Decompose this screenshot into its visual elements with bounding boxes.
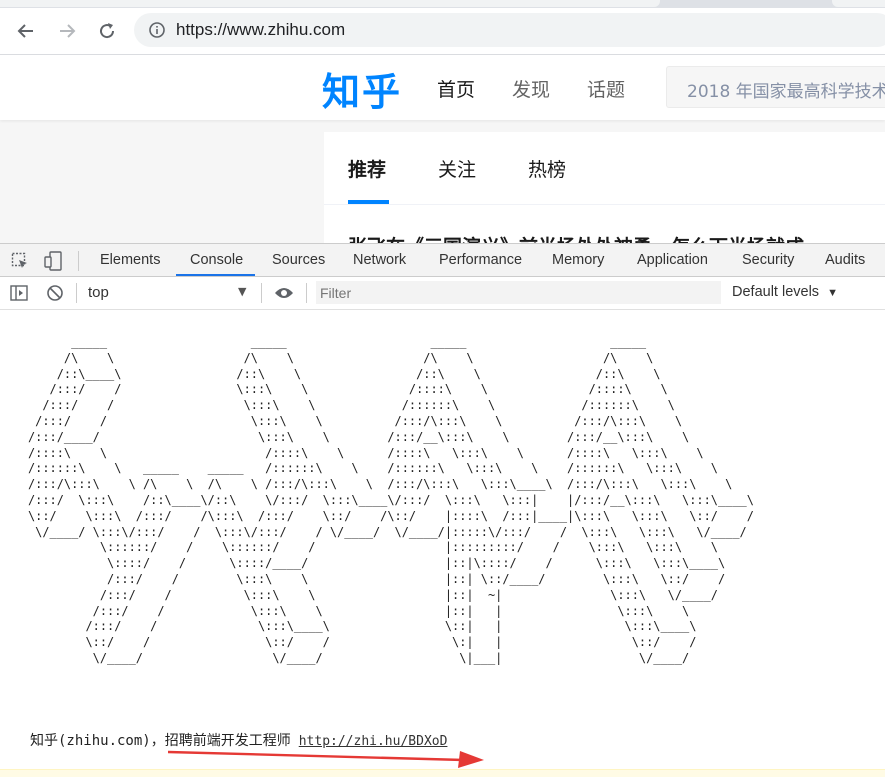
browser-tab[interactable] (832, 0, 885, 7)
tab-network[interactable]: Network (353, 252, 406, 268)
tab-memory[interactable]: Memory (552, 252, 604, 268)
tab-elements[interactable]: Elements (100, 252, 160, 268)
console-message: 知乎(zhihu.com)，招聘前端开发工程师 http://zhi.hu/BDX… (30, 730, 447, 750)
divider (306, 283, 307, 303)
feed-card: 推荐 关注 热榜 张飞在《三国演义》前半场处处神勇，怎么下半场就成 (324, 132, 885, 243)
console-warning-row (0, 769, 885, 777)
zhihu-logo[interactable]: 知乎 (322, 61, 402, 116)
console-filter-input[interactable] (316, 281, 721, 304)
nav-home[interactable]: 首页 (437, 75, 475, 102)
console-ascii-art: _____ _____ _____ _____ /\ \ /\ \ /\ \ /… (28, 335, 754, 665)
divider (78, 251, 79, 271)
tab-recommend[interactable]: 推荐 (348, 155, 386, 182)
nav-topics[interactable]: 话题 (587, 75, 625, 102)
console-output: _____ _____ _____ _____ /\ \ /\ \ /\ \ /… (0, 310, 885, 777)
search-input[interactable]: 2018 年国家最高科学技术 (666, 66, 885, 108)
browser-toolbar: https://www.zhihu.com (0, 8, 885, 55)
divider (261, 283, 262, 303)
tab-application[interactable]: Application (637, 252, 708, 268)
tab-performance[interactable]: Performance (439, 252, 522, 268)
tab-sources[interactable]: Sources (272, 252, 325, 268)
forward-button[interactable] (52, 16, 82, 46)
address-bar[interactable]: https://www.zhihu.com (134, 13, 885, 47)
forward-arrow-icon (60, 24, 76, 38)
red-arrow-annotation (168, 750, 484, 768)
show-sidebar-icon[interactable] (9, 283, 29, 303)
web-page: 知乎 首页 发现 话题 2018 年国家最高科学技术 推荐 关注 热榜 张飞在《… (0, 55, 885, 243)
inspect-element-icon[interactable] (10, 251, 30, 271)
tab-follow[interactable]: 关注 (438, 155, 476, 182)
site-info-icon[interactable] (148, 21, 166, 39)
log-levels-label: Default levels (732, 284, 820, 300)
tab-hot[interactable]: 热榜 (528, 155, 566, 182)
chevron-down-icon[interactable]: ▼ (238, 285, 246, 298)
reload-icon (100, 23, 115, 39)
tab-strip (0, 0, 885, 8)
reload-button[interactable] (92, 16, 122, 46)
tab-security[interactable]: Security (742, 252, 794, 268)
live-expression-eye-icon[interactable] (274, 283, 294, 303)
nav-explore[interactable]: 发现 (512, 75, 550, 102)
divider (76, 283, 77, 303)
clear-console-icon[interactable] (45, 283, 65, 303)
active-tab-indicator (176, 274, 255, 276)
back-button[interactable] (11, 16, 41, 46)
context-selector[interactable]: top (88, 284, 109, 301)
device-toolbar-icon[interactable] (43, 251, 63, 271)
tab-console[interactable]: Console (190, 252, 243, 268)
browser-tab[interactable] (0, 0, 660, 7)
console-toolbar: top ▼ Default levels ▼ (0, 277, 885, 310)
console-message-text: 知乎(zhihu.com)，招聘前端开发工程师 (30, 733, 291, 749)
chevron-down-icon: ▼ (827, 287, 838, 299)
console-link[interactable]: http://zhi.hu/BDXoD (299, 734, 448, 749)
back-arrow-icon (17, 24, 33, 38)
feed-item-title[interactable]: 张飞在《三国演义》前半场处处神勇，怎么下半场就成 (348, 232, 804, 243)
divider (324, 204, 885, 205)
zhihu-header: 知乎 首页 发现 话题 2018 年国家最高科学技术 (0, 55, 885, 120)
url-text[interactable]: https://www.zhihu.com (176, 20, 345, 40)
tab-audits[interactable]: Audits (825, 252, 865, 268)
devtools-tabbar: Elements Console Sources Network Perform… (0, 243, 885, 277)
log-levels-dropdown[interactable]: Default levels ▼ (732, 284, 838, 300)
